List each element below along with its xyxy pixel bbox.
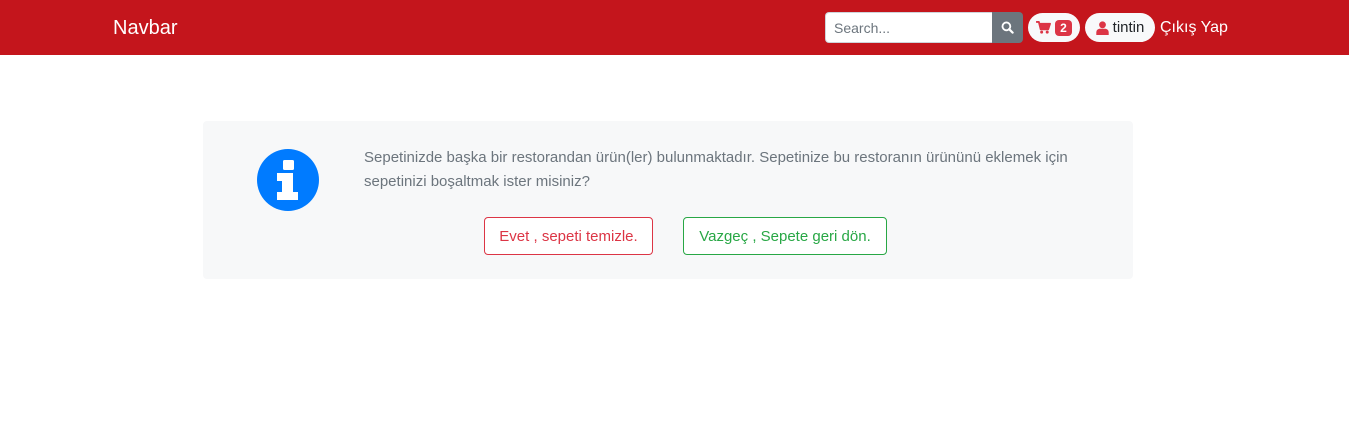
search-icon [1001, 21, 1014, 34]
user-menu-button[interactable]: tintin [1085, 13, 1155, 42]
clear-cart-button[interactable]: Evet , sepeti temizle. [484, 217, 653, 255]
alert-message: Sepetinizde başka bir restorandan ürün(l… [364, 149, 1068, 190]
shopping-cart-icon [1036, 21, 1052, 34]
info-circle-icon [257, 149, 319, 211]
search-button[interactable] [992, 12, 1023, 43]
back-to-cart-button[interactable]: Vazgeç , Sepete geri dön. [683, 217, 887, 255]
search-input[interactable] [825, 12, 992, 43]
alert-box: Sepetinizde başka bir restorandan ürün(l… [203, 121, 1133, 279]
navbar: Navbar 2 tintin Çıkış Yap [0, 0, 1349, 55]
cart-button[interactable]: 2 [1028, 13, 1080, 42]
cart-count-badge: 2 [1055, 19, 1072, 36]
navbar-brand[interactable]: Navbar [113, 15, 177, 41]
user-icon [1095, 20, 1109, 35]
user-name: tintin [1112, 19, 1145, 36]
logout-link[interactable]: Çıkış Yap [1160, 18, 1228, 38]
